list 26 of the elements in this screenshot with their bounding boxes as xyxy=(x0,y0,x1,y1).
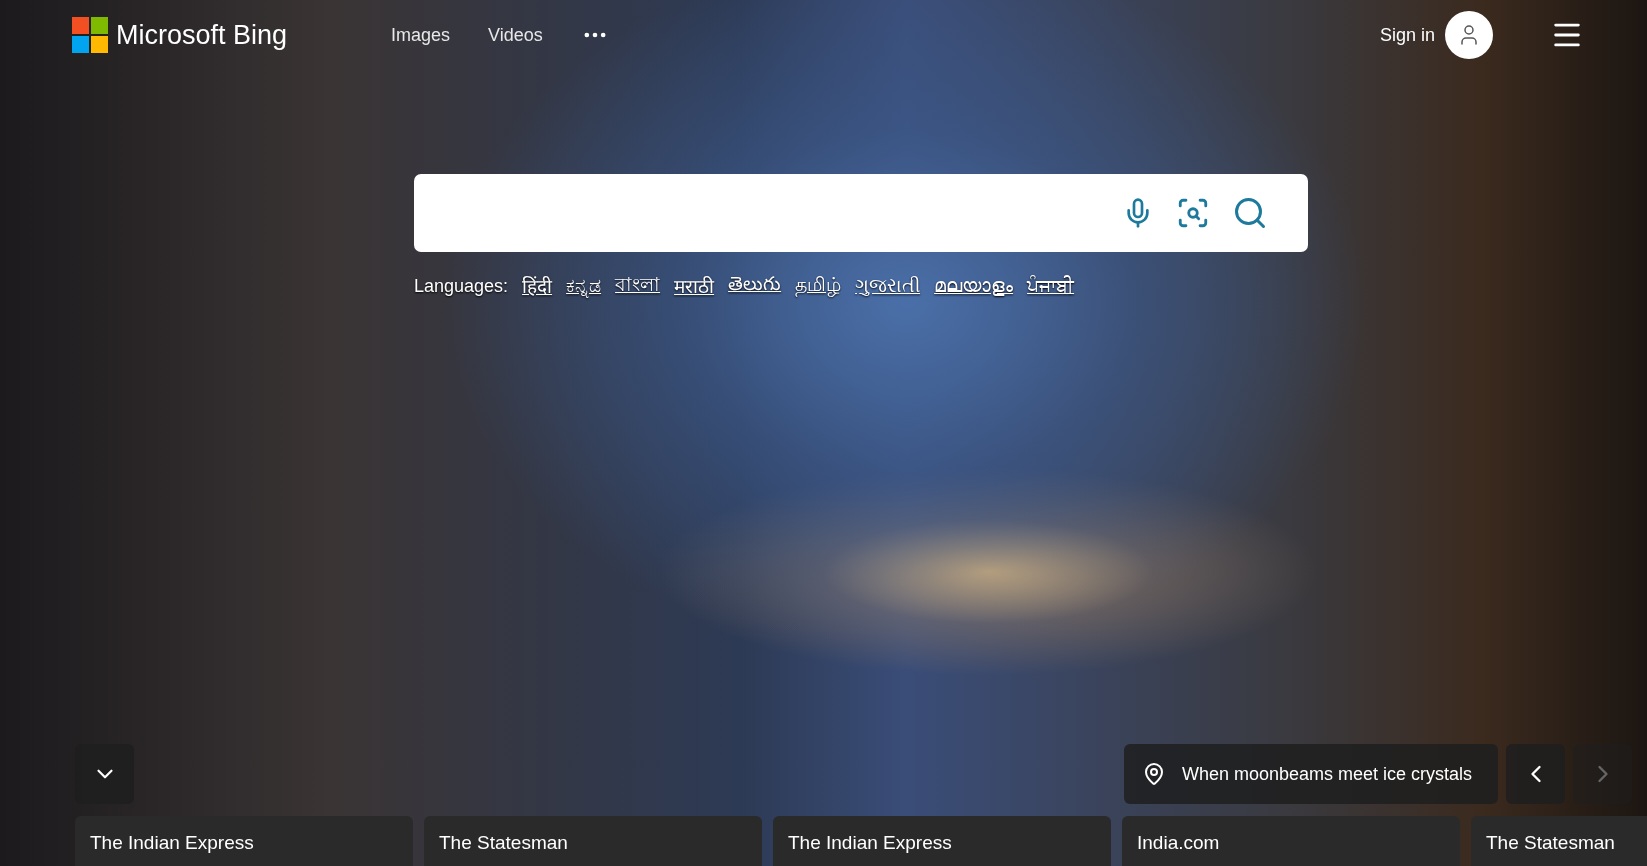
avatar-icon[interactable] xyxy=(1445,11,1493,59)
image-caption-link[interactable]: When moonbeams meet ice crystals xyxy=(1123,744,1498,804)
logo-text[interactable]: Microsoft Bing xyxy=(116,19,288,51)
news-card[interactable]: The Statesman xyxy=(1471,816,1647,866)
language-link[interactable]: తెలుగు xyxy=(728,273,782,299)
language-link[interactable]: தமிழ் xyxy=(795,274,842,298)
nav-link[interactable]: Images xyxy=(391,24,451,46)
languages-label: Languages: xyxy=(414,275,509,297)
news-card[interactable]: The Indian Express xyxy=(75,816,413,866)
language-link[interactable]: ಕನ್ನಡ xyxy=(566,275,602,297)
search-icon[interactable] xyxy=(1232,195,1268,231)
caption-text[interactable]: When moonbeams meet ice crystals xyxy=(1181,763,1472,785)
news-card[interactable]: India.com xyxy=(1122,816,1460,866)
news-card[interactable]: The Indian Express xyxy=(773,816,1111,866)
logo-icon xyxy=(72,17,108,53)
language-link[interactable]: বাংলা xyxy=(615,270,661,302)
search-field[interactable] xyxy=(414,174,1308,252)
language-link[interactable]: മലയാളം xyxy=(934,275,1014,297)
nav-link[interactable]: Videos xyxy=(488,24,543,46)
language-link[interactable]: ગુજરાતી xyxy=(855,275,921,297)
language-link[interactable]: हिंदी xyxy=(522,273,553,299)
language-link[interactable]: ਪੰਜਾਬੀ xyxy=(1027,275,1075,297)
sign-in-link[interactable]: Sign in xyxy=(1379,24,1435,46)
camera-scan-icon[interactable] xyxy=(1176,196,1210,230)
news-card[interactable]: The Statesman xyxy=(424,816,762,866)
language-link[interactable]: मराठी xyxy=(674,273,715,299)
